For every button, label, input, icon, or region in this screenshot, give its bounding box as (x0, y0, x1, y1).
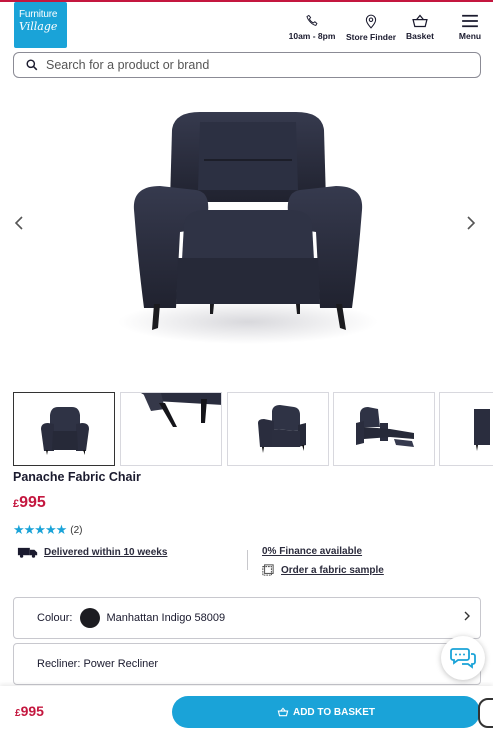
previous-image-button[interactable] (14, 216, 32, 234)
delivery-text: Delivered within 10 weeks (44, 546, 168, 558)
phone-icon (306, 14, 318, 26)
thumbnail-angle[interactable] (227, 392, 329, 466)
next-image-button[interactable] (466, 216, 484, 234)
review-count: (2) (70, 524, 83, 536)
search-icon (26, 59, 38, 71)
sticky-price-amount: 995 (20, 703, 44, 719)
chevron-right-icon (467, 216, 476, 230)
delivery-truck-icon (17, 547, 38, 558)
location-pin-icon (365, 14, 377, 29)
fabric-sample-icon (262, 564, 274, 576)
thumbnail-angle-image (258, 405, 306, 453)
wishlist-button[interactable] (478, 698, 493, 728)
product-image-carousel[interactable] (0, 82, 493, 382)
store-finder-label: Store Finder (345, 32, 397, 42)
thumbnail-reclined-image (356, 407, 414, 447)
store-finder-link[interactable]: Store Finder (344, 14, 398, 42)
recliner-value: Recliner: Power Recliner (37, 658, 159, 670)
thumbnail-reclined[interactable] (333, 392, 435, 466)
basket-label: Basket (406, 31, 434, 41)
colour-label: Colour: (37, 612, 73, 624)
recliner-selector[interactable]: Recliner: Power Recliner (13, 643, 481, 685)
opening-hours-label: 10am - 8pm (288, 31, 336, 41)
info-divider (247, 550, 248, 570)
opening-hours-link[interactable]: 10am - 8pm (288, 14, 336, 41)
colour-value: Manhattan Indigo 58009 (106, 612, 226, 624)
chevron-right-icon (463, 610, 471, 625)
search-bar[interactable] (13, 52, 481, 78)
thumbnail-side[interactable] (439, 392, 493, 466)
finance-link[interactable]: 0% Finance available (262, 546, 362, 557)
add-to-basket-label: ADD TO BASKET (292, 706, 376, 718)
thumbnail-front-image (41, 407, 89, 455)
search-input[interactable] (46, 58, 446, 72)
basket-icon (412, 14, 428, 28)
delivery-info-link[interactable]: Delivered within 10 weeks (17, 546, 167, 558)
product-rating[interactable]: ★★★★★ (2) (13, 522, 83, 538)
product-main-image (118, 112, 378, 344)
basket-link[interactable]: Basket (404, 14, 436, 41)
colour-selector[interactable]: Colour: Manhattan Indigo 58009 (13, 597, 481, 639)
product-price: £995 (13, 494, 46, 512)
brand-logo-line2: Village (19, 20, 58, 33)
thumbnail-strip (13, 392, 493, 466)
rating-stars: ★★★★★ (13, 522, 67, 537)
fabric-sample-link[interactable]: Order a fabric sample (262, 564, 384, 576)
sticky-price: £995 (15, 703, 44, 719)
brand-logo[interactable]: Furniture Village (14, 2, 67, 48)
colour-swatch (80, 608, 101, 628)
sticky-purchase-bar: £995 ADD TO BASKET (0, 686, 493, 730)
basket-icon (277, 707, 289, 717)
thumbnail-side-image (474, 409, 490, 451)
chevron-left-icon (14, 216, 23, 230)
price-amount: 995 (19, 494, 46, 511)
menu-label: Menu (458, 31, 482, 41)
chat-button[interactable] (441, 636, 485, 680)
product-title: Panache Fabric Chair (13, 470, 141, 484)
brand-logo-line1: Furniture (19, 9, 58, 20)
site-header: Furniture Village 10am - 8pm Store Finde… (0, 2, 493, 50)
thumbnail-leg-detail[interactable] (120, 392, 222, 466)
fabric-sample-text: Order a fabric sample (281, 564, 384, 576)
thumbnail-front[interactable] (13, 392, 115, 466)
chat-icon (450, 648, 476, 669)
hamburger-icon (462, 14, 478, 28)
add-to-basket-button[interactable]: ADD TO BASKET (172, 696, 480, 728)
menu-button[interactable]: Menu (456, 14, 484, 41)
thumbnail-leg-detail-image (141, 393, 221, 427)
